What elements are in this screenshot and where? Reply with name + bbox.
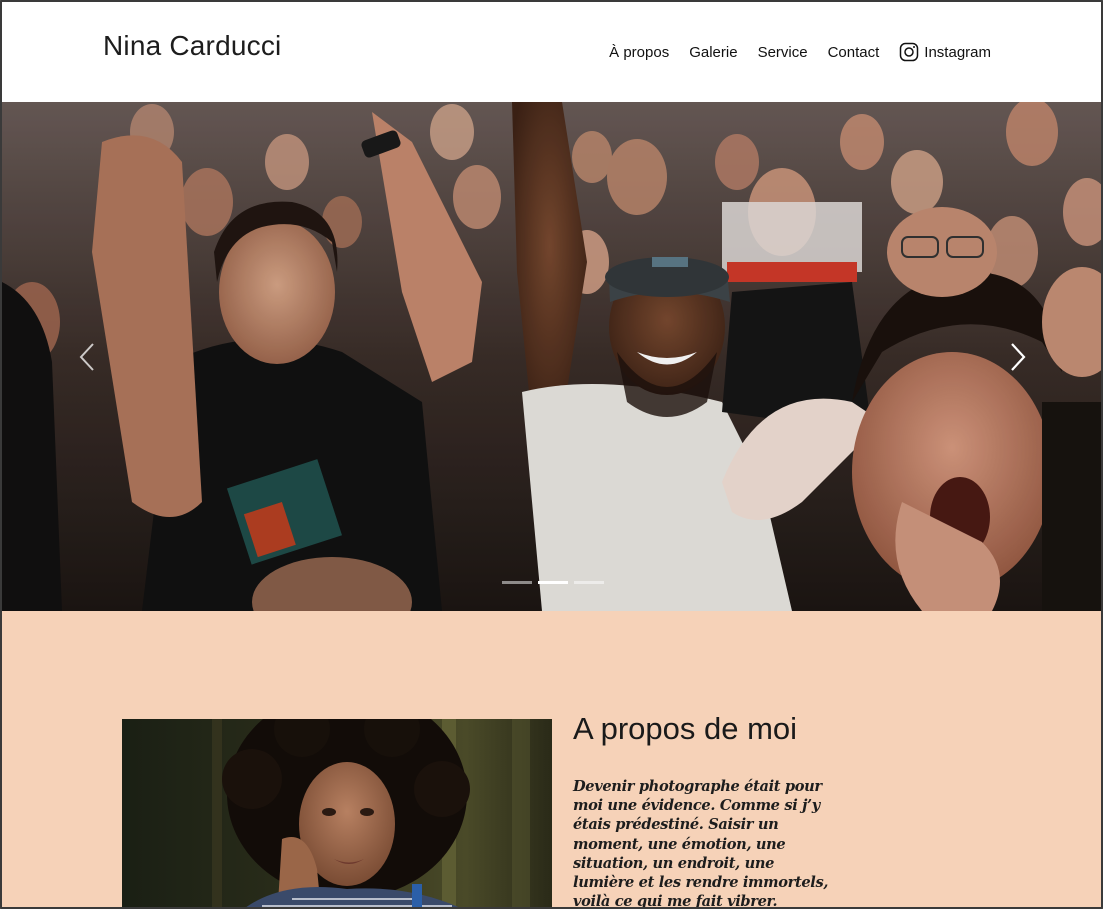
nav-link-label: Contact <box>827 43 880 61</box>
carousel-indicators <box>502 581 604 584</box>
about-title: A propos de moi <box>573 711 798 746</box>
about-intro-text: Devenir photographe était pour moi une é… <box>573 778 829 909</box>
carousel-indicator-2[interactable] <box>538 581 568 584</box>
nav-link-label: À propos <box>609 43 670 61</box>
nav-link-label: Service <box>757 43 808 61</box>
browser-page: Nina Carducci À propos Galerie Service C… <box>0 0 1103 909</box>
nav-link-service[interactable]: Service <box>758 44 808 61</box>
about-text-cutoff <box>573 901 953 907</box>
chevron-left-icon <box>78 342 96 376</box>
site-brand[interactable]: Nina Carducci <box>103 30 281 62</box>
nav-link-galerie[interactable]: Galerie <box>689 44 737 61</box>
carousel-next-button[interactable] <box>1003 334 1033 384</box>
nav-link-apropos[interactable]: À propos <box>609 44 669 61</box>
nav-link-instagram[interactable]: Instagram <box>899 42 991 62</box>
instagram-icon <box>899 42 919 62</box>
nav-link-contact[interactable]: Contact <box>828 44 880 61</box>
carousel-indicator-3[interactable] <box>574 581 604 584</box>
concert-crowd-photo <box>2 102 1101 611</box>
carousel-indicator-1[interactable] <box>502 581 532 584</box>
main-nav: À propos Galerie Service Contact Instagr… <box>609 42 991 62</box>
site-header: Nina Carducci À propos Galerie Service C… <box>2 2 1101 102</box>
carousel-prev-button[interactable] <box>72 334 102 384</box>
chevron-right-icon <box>1009 342 1027 376</box>
hero-carousel <box>2 102 1101 611</box>
about-section: A propos de moi Devenir photographe étai… <box>2 611 1101 909</box>
portrait-photo <box>122 719 552 907</box>
nav-link-label: Instagram <box>924 43 991 61</box>
nav-link-label: Galerie <box>689 43 738 61</box>
